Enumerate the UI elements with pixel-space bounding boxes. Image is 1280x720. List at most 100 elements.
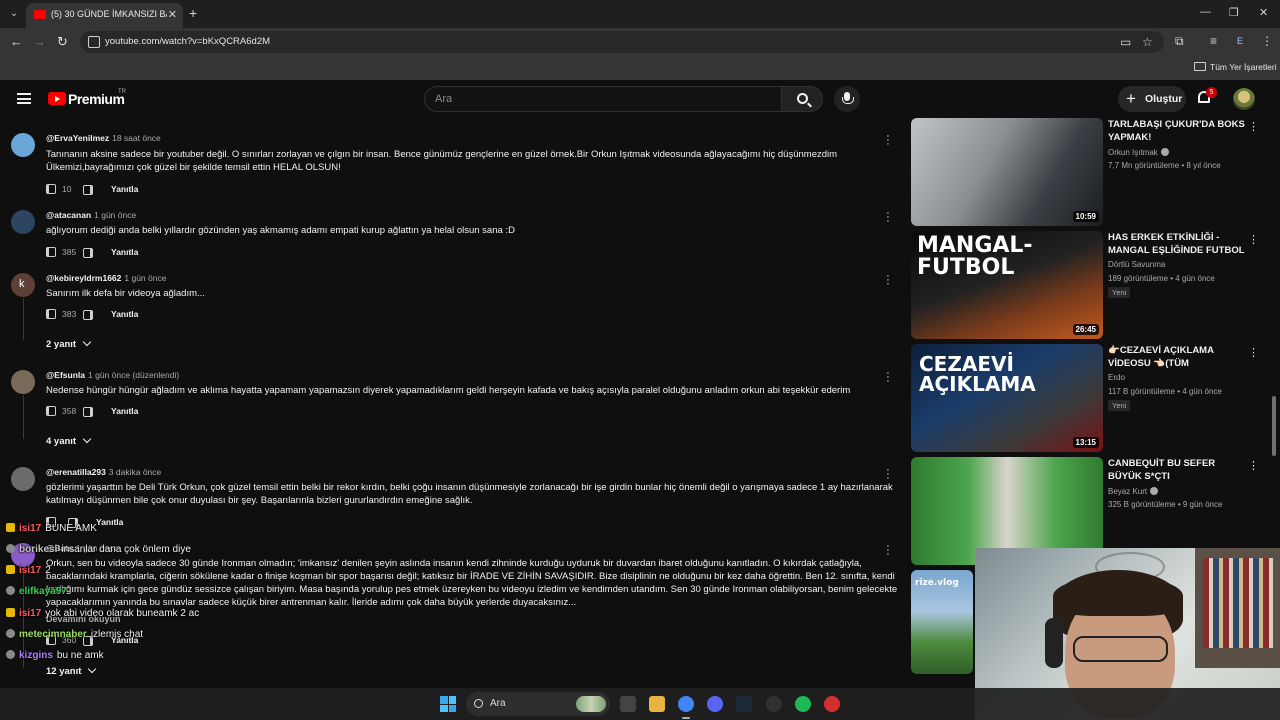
video-title[interactable]: HAS ERKEK ETKİNLİĞİ - MANGAL EŞLİĞİNDE F… [1108,231,1248,257]
app-red-icon[interactable] [824,696,840,712]
video-thumbnail[interactable]: MANGAL- FUTBOL 26:45 [911,231,1103,339]
recommended-video[interactable]: 10:59 TARLABAŞI ÇUKUR'DA BOKS YAPMAK! Orku… [911,118,1261,226]
voice-search-icon[interactable] [834,86,860,112]
reply-button[interactable]: Yanıtla [96,517,123,527]
video-title[interactable]: CANBEQUİT BU SEFER BÜYÜK S*ÇTI [1108,457,1248,483]
dislike-icon[interactable] [83,185,93,195]
youtube-premium-label[interactable]: Premium [68,91,125,107]
explorer-icon[interactable] [620,696,636,712]
recommended-video[interactable]: CEZAEVİ AÇIKLAMA 13:15 👉🏻CEZAEVİ AÇIKLAMA … [911,344,1261,452]
browser-toolbar: ← → ↻ youtube.com/watch?v=bKxQCRA6d2M ▭ … [0,28,1280,56]
like-icon[interactable] [46,184,56,194]
youtube-favicon-icon [34,10,46,19]
restore-icon[interactable]: ❐ [1229,6,1239,19]
video-thumbnail[interactable]: rize.vlog [911,570,973,674]
comment-avatar[interactable] [11,467,35,491]
dislike-icon[interactable] [83,310,93,320]
obs-icon[interactable] [766,696,782,712]
comment-timestamp[interactable]: 18 saat önce [112,133,161,143]
dislike-icon[interactable] [83,248,93,258]
video-thumbnail[interactable]: 10:59 [911,118,1103,226]
extensions-icon[interactable]: ⧉ [1175,34,1184,49]
comment-author[interactable]: @erenatilla293 [46,467,106,477]
comment-avatar[interactable] [11,133,35,157]
thumbnail-text: rize.vlog [915,578,959,588]
comment-menu-icon[interactable]: · · · [884,271,892,290]
replies-toggle[interactable]: 12 yanıt [46,664,97,677]
comment-menu-icon[interactable]: · · · [884,465,892,484]
spotify-icon[interactable] [795,696,811,712]
channel-name[interactable]: Orkun Işıtmak [1108,147,1169,157]
headset [1045,618,1063,668]
video-thumbnail[interactable]: CEZAEVİ AÇIKLAMA 13:15 [911,344,1103,452]
reply-button[interactable]: Yanıtla [111,247,138,257]
comment-menu-icon[interactable]: · · · [884,208,892,227]
channel-name[interactable]: Erdo [1108,373,1125,382]
reply-button[interactable]: Yanıtla [111,309,138,319]
windows-start-icon[interactable] [440,696,456,712]
video-menu-icon[interactable]: ⋮ [1248,120,1259,133]
scrollbar-thumb[interactable] [1272,396,1276,456]
comment-avatar[interactable] [11,210,35,234]
search-button[interactable] [781,86,823,112]
comment-timestamp[interactable]: 1 gün önce (düzenlendi) [88,370,179,380]
create-button[interactable]: + Oluştur [1118,86,1186,112]
guide-menu-icon[interactable] [17,93,31,104]
video-title[interactable]: TARLABAŞI ÇUKUR'DA BOKS YAPMAK! [1108,118,1248,144]
video-title[interactable]: 👉🏻CEZAEVİ AÇIKLAMA VİDEOSU 👈🏻(TÜM GERÇEK… [1108,344,1248,370]
bookmark-star-icon[interactable]: ☆ [1142,35,1153,49]
like-icon[interactable] [46,406,56,416]
channel-name[interactable]: Dörtlü Savunma [1108,260,1165,269]
subscriber-badge-icon [6,565,15,574]
minimize-icon[interactable]: — [1200,6,1211,18]
folder-icon[interactable] [649,696,665,712]
cast-icon[interactable]: ▭ [1120,35,1131,49]
chrome-icon[interactable] [678,696,694,712]
video-menu-icon[interactable]: ⋮ [1248,233,1259,246]
youtube-logo-icon[interactable] [48,92,66,105]
reading-list-icon[interactable]: ≡ [1210,34,1217,48]
comment-menu-icon[interactable]: · · · [884,541,892,560]
tab-search-chevron-icon[interactable]: ⌄ [6,6,22,22]
comment-avatar[interactable]: k [11,273,35,297]
site-info-icon[interactable] [88,36,100,48]
comment-author[interactable]: @kebireyldrm1662 [46,273,121,283]
address-bar[interactable]: youtube.com/watch?v=bKxQCRA6d2M ▭ ☆ [80,31,1164,53]
comment-timestamp[interactable]: 3 dakika önce [109,467,161,477]
dislike-icon[interactable] [83,407,93,417]
comment-menu-icon[interactable]: · · · [884,368,892,387]
browser-menu-icon[interactable]: ⋮ [1261,34,1273,48]
subscriber-badge-icon [6,523,15,532]
comment-avatar[interactable] [11,370,35,394]
comment-timestamp[interactable]: 1 gün önce [124,273,166,283]
like-icon[interactable] [46,247,56,257]
like-icon[interactable] [46,309,56,319]
all-bookmarks-link[interactable]: Tüm Yer İşaretleri [1210,62,1277,72]
browser-tab-active[interactable]: (5) 30 GÜNDE İMKANSIZI BAŞAR ✕ [26,3,183,28]
video-menu-icon[interactable]: ⋮ [1248,346,1259,359]
channel-name[interactable]: Beyaz Kurt [1108,486,1159,496]
tab-close-icon[interactable]: ✕ [168,8,177,21]
steam-icon[interactable] [736,696,752,712]
comment-author[interactable]: @ErvaYenilmez [46,133,109,143]
replies-toggle[interactable]: 4 yanıt [46,434,92,447]
reload-icon[interactable]: ↻ [57,34,68,50]
comment-timestamp[interactable]: 1 gün önce [94,210,136,220]
back-icon[interactable]: ← [10,34,23,49]
reply-button[interactable]: Yanıtla [111,406,138,416]
comment-menu-icon[interactable]: · · · [884,131,892,150]
taskbar-search[interactable]: Ara [466,692,610,716]
comment-author[interactable]: @Efsunla [46,370,85,380]
account-avatar[interactable] [1233,88,1255,110]
recommended-video[interactable]: MANGAL- FUTBOL 26:45 HAS ERKEK ETKİNLİĞİ -… [911,231,1261,339]
forward-icon[interactable]: → [33,34,46,49]
profile-icon[interactable]: E [1237,36,1243,46]
window-close-icon[interactable]: ✕ [1259,6,1268,19]
comment-author[interactable]: @atacanan [46,210,91,220]
search-input[interactable]: Ara [424,86,782,112]
discord-icon[interactable] [707,696,723,712]
replies-toggle[interactable]: 2 yanıt [46,337,92,350]
reply-button[interactable]: Yanıtla [111,184,138,194]
new-tab-icon[interactable]: + [189,5,197,21]
video-menu-icon[interactable]: ⋮ [1248,459,1259,472]
